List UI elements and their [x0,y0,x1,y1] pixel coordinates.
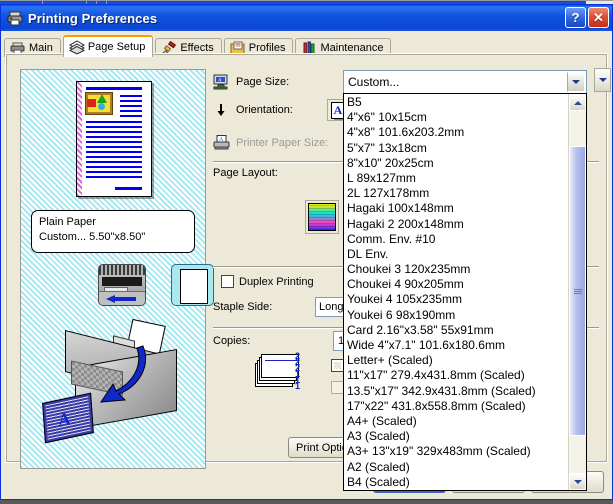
printer-paper-size-label: Printer Paper Size: [236,137,329,149]
window-controls: ? ✕ [565,7,609,28]
checkbox-box [221,275,234,288]
window-title: Printing Preferences [28,10,158,26]
dropdown-option[interactable]: 2L 127x178mm [346,186,568,201]
page-layout-row: Page Layout: [213,167,278,179]
duplex-printing-checkbox[interactable]: Duplex Printing [221,275,314,288]
page-preview-thumbnail [76,81,152,197]
dropdown-option[interactable]: B3 (Scaled) [346,490,568,491]
tab-label: Maintenance [320,41,384,54]
orientation-label: Orientation: [236,104,293,116]
monitor-page-icon: A [213,74,231,90]
chevron-down-icon [573,479,582,484]
page-size-select[interactable]: Custom... [343,70,587,94]
chevron-down-icon [598,78,607,82]
paper-flow-arrow-icon [100,345,147,403]
tab-label: Profiles [248,41,286,54]
output-paper-icon [171,264,214,306]
dropdown-option[interactable]: Youkei 4 105x235mm [346,292,568,307]
print-preview-pane: Plain Paper Custom... 5.50"x8.50" A [20,69,214,469]
binding-margin [77,82,82,196]
staple-side-row: Staple Side: [213,301,272,313]
chevron-down-icon[interactable] [567,72,585,92]
dropdown-option[interactable]: A3 (Scaled) [346,429,568,444]
printer-icon [6,9,24,27]
dropdown-option[interactable]: A2 (Scaled) [346,460,568,475]
dropdown-option[interactable]: A3+ 13"x19" 329x483mm (Scaled) [346,444,568,459]
printer-front-feed-icon [98,264,146,306]
printer-paper-size-row: A Printer Paper Size: [213,135,328,151]
page-size-selected-value: Custom... [348,75,400,89]
scroll-up-button[interactable] [569,94,586,111]
printer-page-icon: A [213,135,231,151]
copies-row: Copies: [213,335,250,347]
print-options-label: Print Optio [296,441,348,454]
dropdown-option[interactable]: L 89x127mm [346,171,568,186]
page-size-dropdown-list[interactable]: B5 4"x6" 10x15cm 4"x8" 101.6x203.2mm 5"x7" … [343,93,587,491]
arrow-down-icon [213,102,231,118]
screen: Printing Preferences ? ✕ Main Page Setup… [0,0,613,504]
tab-label: Page Setup [87,40,146,53]
scrollbar-thumb[interactable] [569,146,586,436]
dropdown-option[interactable]: Letter+ (Scaled) [346,353,568,368]
dropdown-option[interactable]: 4"x8" 101.6x203.2mm [346,125,568,140]
tab-page-setup[interactable]: Page Setup [62,35,154,57]
close-button[interactable]: ✕ [588,7,609,28]
staple-side-label: Staple Side: [213,301,273,313]
orientation-row: Orientation: [213,102,293,118]
dropdown-option[interactable]: Youkei 6 98x190mm [346,308,568,323]
printer-paper-path-illustration: A [35,318,195,455]
dropdown-option[interactable]: 8"x10" 20x25cm [346,156,568,171]
dropdown-option[interactable]: 17"x22" 431.8x558.8mm (Scaled) [346,399,568,414]
dropdown-scrollbar[interactable] [568,94,586,490]
dropdown-option[interactable]: Hagaki 100x148mm [346,201,568,216]
paper-stack-icon: 2 2 2 1 1 1 [255,351,301,391]
dropdown-option[interactable]: 4"x6" 10x15cm [346,110,568,125]
help-button-label: ? [571,10,580,25]
dropdown-option[interactable]: B5 [346,95,568,110]
dropdown-option[interactable]: Hagaki 2 200x148mm [346,217,568,232]
dropdown-option[interactable]: 13.5"x17" 342.9x431.8mm (Scaled) [346,384,568,399]
dropdown-option[interactable]: Card 2.16"x3.58" 55x91mm [346,323,568,338]
dropdown-option[interactable]: 11"x17" 279.4x431.8mm (Scaled) [346,368,568,383]
paper-size-text: Custom... 5.50"x8.50" [39,231,146,243]
media-info-box: Plain Paper Custom... 5.50"x8.50" [31,210,195,253]
media-type-text: Plain Paper [39,216,96,228]
titlebar: Printing Preferences ? ✕ [1,5,612,31]
scrollbar-grip [574,288,582,294]
dropdown-option[interactable]: Choukei 4 90x205mm [346,277,568,292]
dropdown-option[interactable]: Comm. Env. #10 [346,232,568,247]
dropdown-options: B5 4"x6" 10x15cm 4"x8" 101.6x203.2mm 5"x7" … [344,94,568,490]
tab-label: Main [29,41,53,54]
page-size-row: A Page Size: [213,74,289,90]
help-button[interactable]: ? [565,7,586,28]
close-icon: ✕ [593,10,604,25]
page-size-label: Page Size: [236,76,290,88]
dropdown-option[interactable]: Wide 4"x7.1" 101.6x180.6mm [346,338,568,353]
dropdown-option[interactable]: Choukei 3 120x235mm [346,262,568,277]
copies-label: Copies: [213,335,251,347]
duplex-printing-label: Duplex Printing [239,275,314,288]
dropdown-option[interactable]: 5"x7" 13x18cm [346,141,568,156]
dropdown-option[interactable]: A4+ (Scaled) [346,414,568,429]
chevron-up-icon [573,100,582,105]
scroll-down-button[interactable] [569,473,586,490]
window-scroll-down-button[interactable] [594,68,611,92]
stack-pages-icon [68,39,85,55]
tab-label: Effects [180,41,214,54]
dropdown-option[interactable]: DL Env. [346,247,568,262]
page-layout-swatch[interactable] [305,200,339,234]
preview-image-block [85,92,113,115]
dropdown-option[interactable]: B4 (Scaled) [346,475,568,490]
arrow-left-icon [106,295,136,303]
svg-text:A: A [218,79,222,84]
page-layout-label: Page Layout: [213,167,278,179]
